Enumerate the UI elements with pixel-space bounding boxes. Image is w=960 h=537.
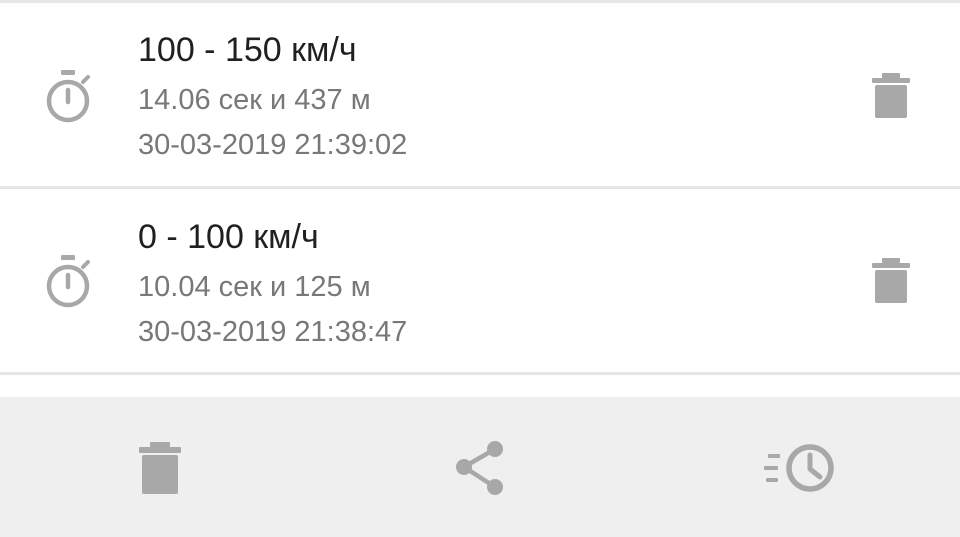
divider [0,372,960,375]
stopwatch-icon [46,255,90,308]
results-screen: 100 - 150 км/ч 14.06 сек и 437 м 30-03-2… [0,0,960,537]
time-distance: 14.06 сек и 437 м [138,84,371,116]
history-icon [764,444,834,492]
stopwatch-icon [46,70,90,123]
timestamp: 30-03-2019 21:39:02 [138,129,408,161]
speed-range: 0 - 100 км/ч [138,218,319,256]
history-button[interactable] [762,439,838,497]
bottom-action-bar [0,397,960,537]
list-item[interactable]: 0 - 100 км/ч 10.04 сек и 125 м 30-03-201… [0,189,960,373]
share-icon [456,441,503,495]
time-distance: 10.04 сек и 125 м [138,271,371,303]
delete-result-button[interactable] [866,70,916,126]
delete-all-button[interactable] [134,439,186,497]
trash-icon [139,442,181,494]
speed-range: 100 - 150 км/ч [138,31,357,69]
result-text: 0 - 100 км/ч 10.04 сек и 125 м 30-03-201… [138,217,407,352]
trash-icon [872,73,910,118]
timestamp: 30-03-2019 21:38:47 [138,316,408,348]
delete-result-button[interactable] [866,255,916,311]
result-text: 100 - 150 км/ч 14.06 сек и 437 м 30-03-2… [138,30,407,165]
share-button[interactable] [452,439,508,497]
list-item[interactable]: 100 - 150 км/ч 14.06 сек и 437 м 30-03-2… [0,3,960,187]
trash-icon [872,258,910,303]
